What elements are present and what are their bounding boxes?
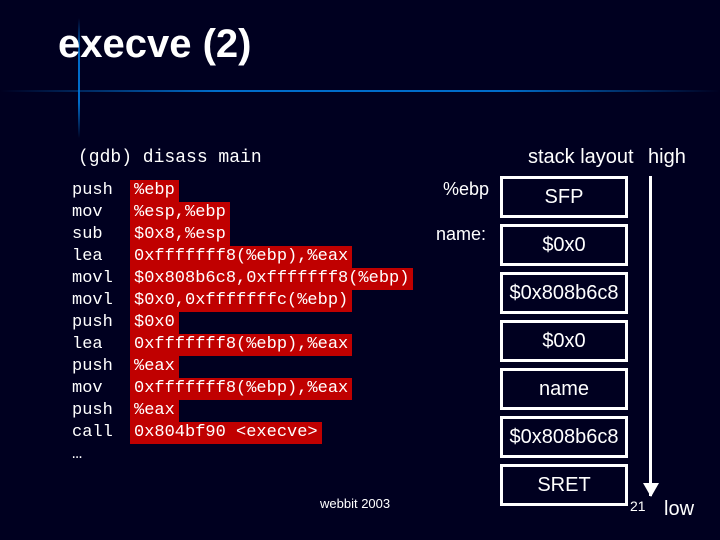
footer-text: webbit 2003 — [320, 496, 390, 511]
asm-row: sub$0x8,%esp — [72, 224, 413, 246]
asm-row: push%eax — [72, 356, 413, 378]
asm-listing: push%ebpmov%esp,%ebpsub$0x8,%esplea0xfff… — [72, 180, 413, 466]
stack-cell: $0x0 — [500, 224, 628, 266]
asm-args: 0xfffffff8(%ebp),%eax — [130, 334, 352, 356]
asm-op: call — [72, 422, 130, 444]
arrow-head-icon — [643, 483, 659, 497]
stack-cell: SFP — [500, 176, 628, 218]
asm-row: lea0xfffffff8(%ebp),%eax — [72, 246, 413, 268]
asm-args: 0xfffffff8(%ebp),%eax — [130, 378, 352, 400]
asm-row: movl$0x808b6c8,0xfffffff8(%ebp) — [72, 268, 413, 290]
asm-op: push — [72, 312, 130, 334]
asm-row: call0x804bf90 <execve> — [72, 422, 413, 444]
asm-row: push%ebp — [72, 180, 413, 202]
asm-row: push$0x0 — [72, 312, 413, 334]
asm-args: 0xfffffff8(%ebp),%eax — [130, 246, 352, 268]
asm-args: $0x808b6c8,0xfffffff8(%ebp) — [130, 268, 413, 290]
stack-cell: name — [500, 368, 628, 410]
arrow-down — [644, 176, 658, 496]
asm-args: %esp,%ebp — [130, 202, 230, 224]
asm-op: mov — [72, 378, 130, 400]
stack-title: stack layout — [528, 146, 634, 169]
asm-args: %ebp — [130, 180, 179, 202]
decor-hline — [0, 90, 720, 92]
asm-row: … — [72, 444, 413, 466]
asm-row: movl$0x0,0xfffffffc(%ebp) — [72, 290, 413, 312]
stack-cell: SRET — [500, 464, 628, 506]
label-ebp: %ebp — [443, 179, 489, 200]
stack-diagram: SFP $0x0 $0x808b6c8 $0x0 name $0x808b6c8 SRET — [500, 176, 628, 512]
asm-args: $0x0 — [130, 312, 179, 334]
page-title: execve (2) — [0, 0, 720, 79]
asm-args: $0x0,0xfffffffc(%ebp) — [130, 290, 352, 312]
asm-op: movl — [72, 268, 130, 290]
asm-op: lea — [72, 334, 130, 356]
label-name: name: — [436, 224, 486, 245]
asm-args: %eax — [130, 400, 179, 422]
asm-row: mov%esp,%ebp — [72, 202, 413, 224]
asm-op: push — [72, 180, 130, 202]
stack-cell: $0x808b6c8 — [500, 416, 628, 458]
slide-number: 21 — [630, 498, 646, 514]
label-high: high — [648, 146, 686, 169]
asm-op: push — [72, 400, 130, 422]
asm-args: $0x8,%esp — [130, 224, 230, 246]
arrow-shaft — [649, 176, 652, 496]
asm-row: push%eax — [72, 400, 413, 422]
gdb-command: (gdb) disass main — [78, 148, 262, 168]
asm-args: %eax — [130, 356, 179, 378]
asm-op: lea — [72, 246, 130, 268]
label-low: low — [664, 498, 694, 521]
asm-op: mov — [72, 202, 130, 224]
asm-row: mov0xfffffff8(%ebp),%eax — [72, 378, 413, 400]
asm-op: movl — [72, 290, 130, 312]
asm-args: 0x804bf90 <execve> — [130, 422, 322, 444]
asm-row: lea0xfffffff8(%ebp),%eax — [72, 334, 413, 356]
asm-op: … — [72, 444, 130, 466]
asm-op: sub — [72, 224, 130, 246]
stack-cell: $0x0 — [500, 320, 628, 362]
stack-cell: $0x808b6c8 — [500, 272, 628, 314]
asm-op: push — [72, 356, 130, 378]
